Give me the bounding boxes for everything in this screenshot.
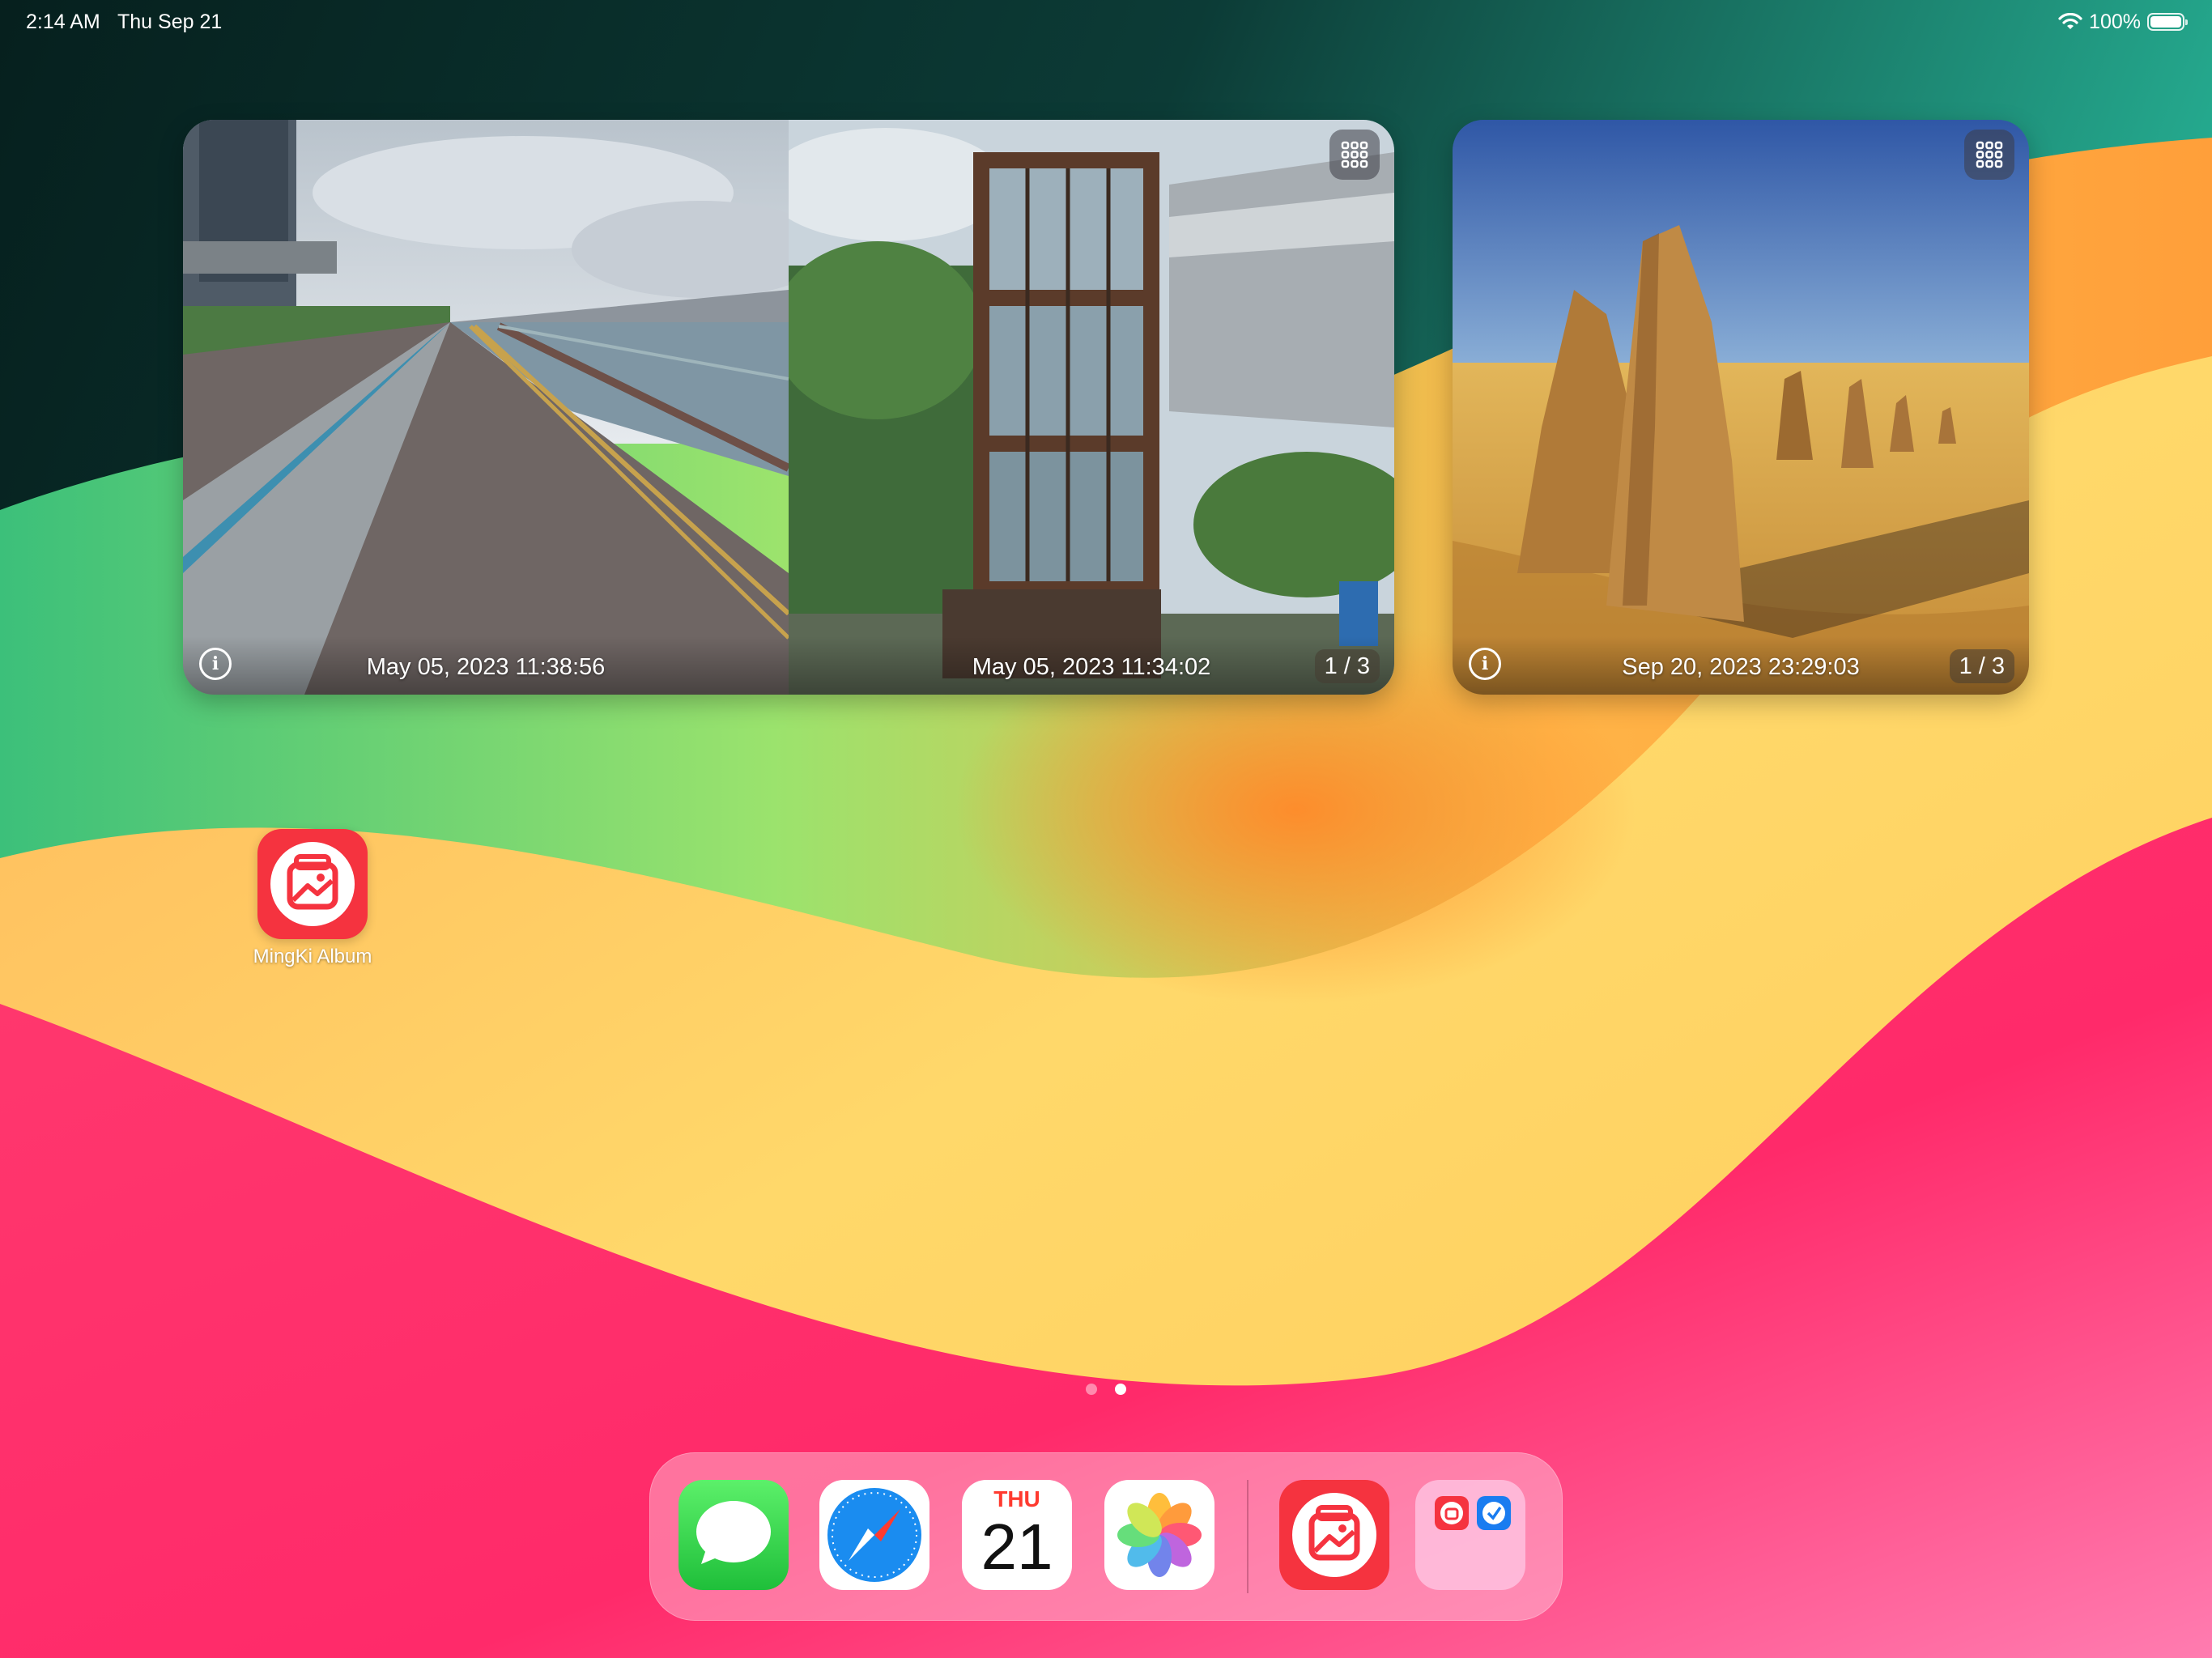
calendar-day: THU <box>993 1486 1040 1511</box>
battery-icon <box>2147 13 2188 31</box>
widget-photo-boardwalk[interactable]: i May 05, 2023 11:38:56 <box>183 120 789 695</box>
photos-icon <box>1117 1493 1202 1577</box>
mingki-album-icon <box>270 842 355 926</box>
wifi-icon <box>2058 13 2082 29</box>
photo-counter: 1 / 3 <box>1314 649 1380 683</box>
photo-timestamp: Sep 20, 2023 23:29:03 <box>1622 654 1860 680</box>
widget-photo-tower[interactable]: May 05, 2023 11:34:02 1 / 3 <box>789 120 1394 695</box>
battery-percent: 100% <box>2089 11 2141 33</box>
photo-counter: 1 / 3 <box>1949 649 2014 683</box>
grid-icon <box>1341 141 1368 168</box>
messages-icon <box>696 1501 771 1564</box>
photo-widget-large[interactable]: i May 05, 2023 11:38:56 May 05, 2023 11:… <box>183 120 1394 695</box>
calendar-date: 21 <box>981 1511 1053 1583</box>
dock-messages[interactable] <box>678 1480 789 1590</box>
status-date: Thu Sep 21 <box>117 11 223 33</box>
app-label-mingki-album: MingKi Album <box>253 946 372 967</box>
grid-button[interactable] <box>1329 130 1380 180</box>
dock: THU 21 <box>649 1452 1563 1621</box>
safari-icon <box>827 1488 921 1582</box>
dock-safari[interactable] <box>819 1480 929 1590</box>
folder-icon <box>1435 1496 1511 1530</box>
dock-folder[interactable] <box>1415 1480 1525 1590</box>
photo-timestamp: May 05, 2023 11:38:56 <box>366 654 606 680</box>
dock-calendar[interactable]: THU 21 <box>962 1480 1072 1590</box>
dock-photos[interactable] <box>1104 1480 1214 1590</box>
widget-photo-pinnacles[interactable]: i Sep 20, 2023 23:29:03 1 / 3 <box>1453 120 2029 695</box>
photo-timestamp: May 05, 2023 11:34:02 <box>972 654 1211 680</box>
tower-photo <box>789 120 1394 695</box>
photo-widget-small[interactable]: i Sep 20, 2023 23:29:03 1 / 3 <box>1453 120 2029 695</box>
mingki-album-app[interactable] <box>257 829 368 939</box>
dock-mingki-album[interactable] <box>1279 1480 1389 1590</box>
status-right: 100% <box>2058 8 2188 36</box>
mingki-album-icon <box>1292 1493 1376 1577</box>
pinnacles-photo <box>1453 120 2029 695</box>
status-time: 2:14 AM <box>26 11 100 33</box>
dock-divider <box>1247 1480 1249 1593</box>
page-dot-1[interactable] <box>1086 1384 1097 1395</box>
page-dot-2[interactable] <box>1115 1384 1126 1395</box>
grid-button[interactable] <box>1964 130 2014 180</box>
grid-icon <box>1976 141 2003 168</box>
boardwalk-photo <box>183 120 789 695</box>
